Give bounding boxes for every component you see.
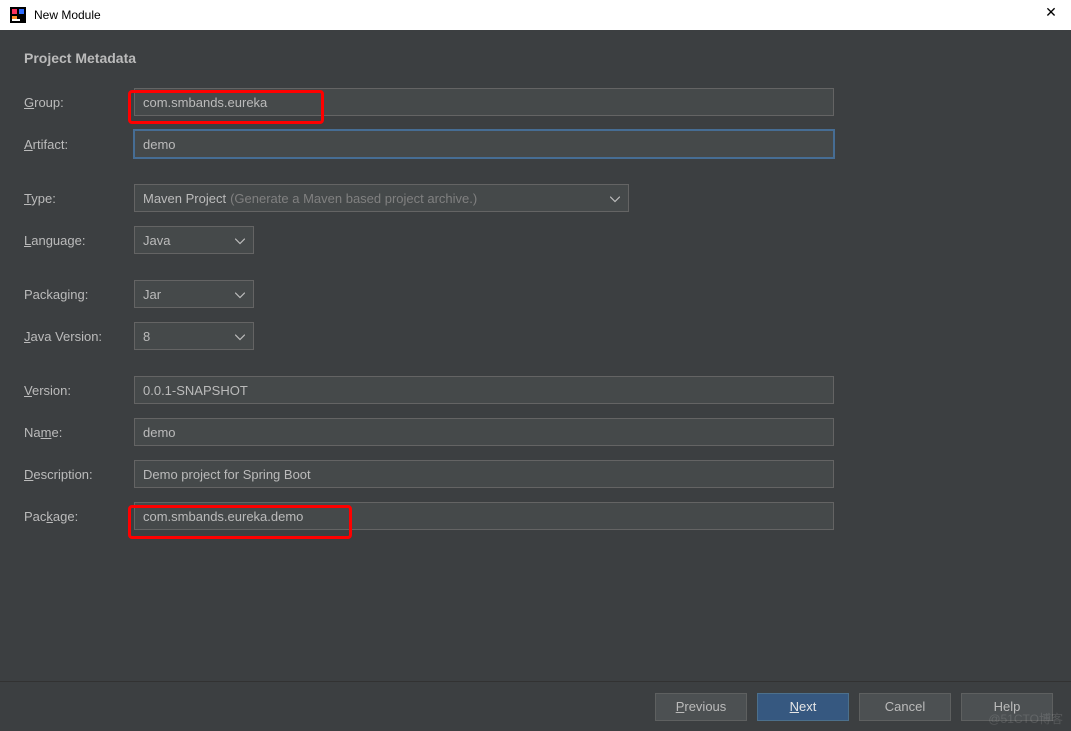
row-type: Type: Maven Project (Generate a Maven ba… xyxy=(24,184,1047,212)
language-value: Java xyxy=(143,233,170,248)
titlebar: New Module ✕ xyxy=(0,0,1071,30)
label-packaging: Packaging: xyxy=(24,287,134,302)
type-value: Maven Project xyxy=(143,191,226,206)
type-dropdown[interactable]: Maven Project (Generate a Maven based pr… xyxy=(134,184,629,212)
java-version-value: 8 xyxy=(143,329,150,344)
description-input[interactable] xyxy=(134,460,834,488)
label-type: Type: xyxy=(24,191,134,206)
packaging-dropdown[interactable]: Jar xyxy=(134,280,254,308)
window-title: New Module xyxy=(34,8,101,22)
packaging-value: Jar xyxy=(143,287,161,302)
chevron-down-icon xyxy=(235,233,245,248)
row-group: Group: xyxy=(24,88,1047,116)
name-input[interactable] xyxy=(134,418,834,446)
label-artifact: Artifact: xyxy=(24,137,134,152)
version-input[interactable] xyxy=(134,376,834,404)
artifact-input[interactable] xyxy=(134,130,834,158)
group-input[interactable] xyxy=(134,88,834,116)
label-name: Name: xyxy=(24,425,134,440)
java-version-dropdown[interactable]: 8 xyxy=(134,322,254,350)
intellij-icon xyxy=(10,7,26,23)
label-group: Group: xyxy=(24,95,134,110)
row-packaging: Packaging: Jar xyxy=(24,280,1047,308)
label-package: Package: xyxy=(24,509,134,524)
dialog-content: Project Metadata Group: Artifact: Type: … xyxy=(0,30,1071,731)
row-description: Description: xyxy=(24,460,1047,488)
row-package: Package: xyxy=(24,502,1047,530)
next-button[interactable]: Next xyxy=(757,693,849,721)
label-description: Description: xyxy=(24,467,134,482)
row-java-version: Java Version: 8 xyxy=(24,322,1047,350)
previous-button[interactable]: Previous xyxy=(655,693,747,721)
close-icon[interactable]: ✕ xyxy=(1041,4,1061,21)
language-dropdown[interactable]: Java xyxy=(134,226,254,254)
section-title: Project Metadata xyxy=(24,50,1047,66)
cancel-button[interactable]: Cancel xyxy=(859,693,951,721)
row-artifact: Artifact: xyxy=(24,130,1047,158)
row-name: Name: xyxy=(24,418,1047,446)
row-version: Version: xyxy=(24,376,1047,404)
type-hint: (Generate a Maven based project archive.… xyxy=(230,191,477,206)
dialog-footer: Previous Next Cancel Help xyxy=(0,681,1071,731)
label-java-version: Java Version: xyxy=(24,329,134,344)
chevron-down-icon xyxy=(235,329,245,344)
row-language: Language: Java xyxy=(24,226,1047,254)
chevron-down-icon xyxy=(235,287,245,302)
help-button[interactable]: Help xyxy=(961,693,1053,721)
label-version: Version: xyxy=(24,383,134,398)
chevron-down-icon xyxy=(610,191,620,206)
package-input[interactable] xyxy=(134,502,834,530)
label-language: Language: xyxy=(24,233,134,248)
